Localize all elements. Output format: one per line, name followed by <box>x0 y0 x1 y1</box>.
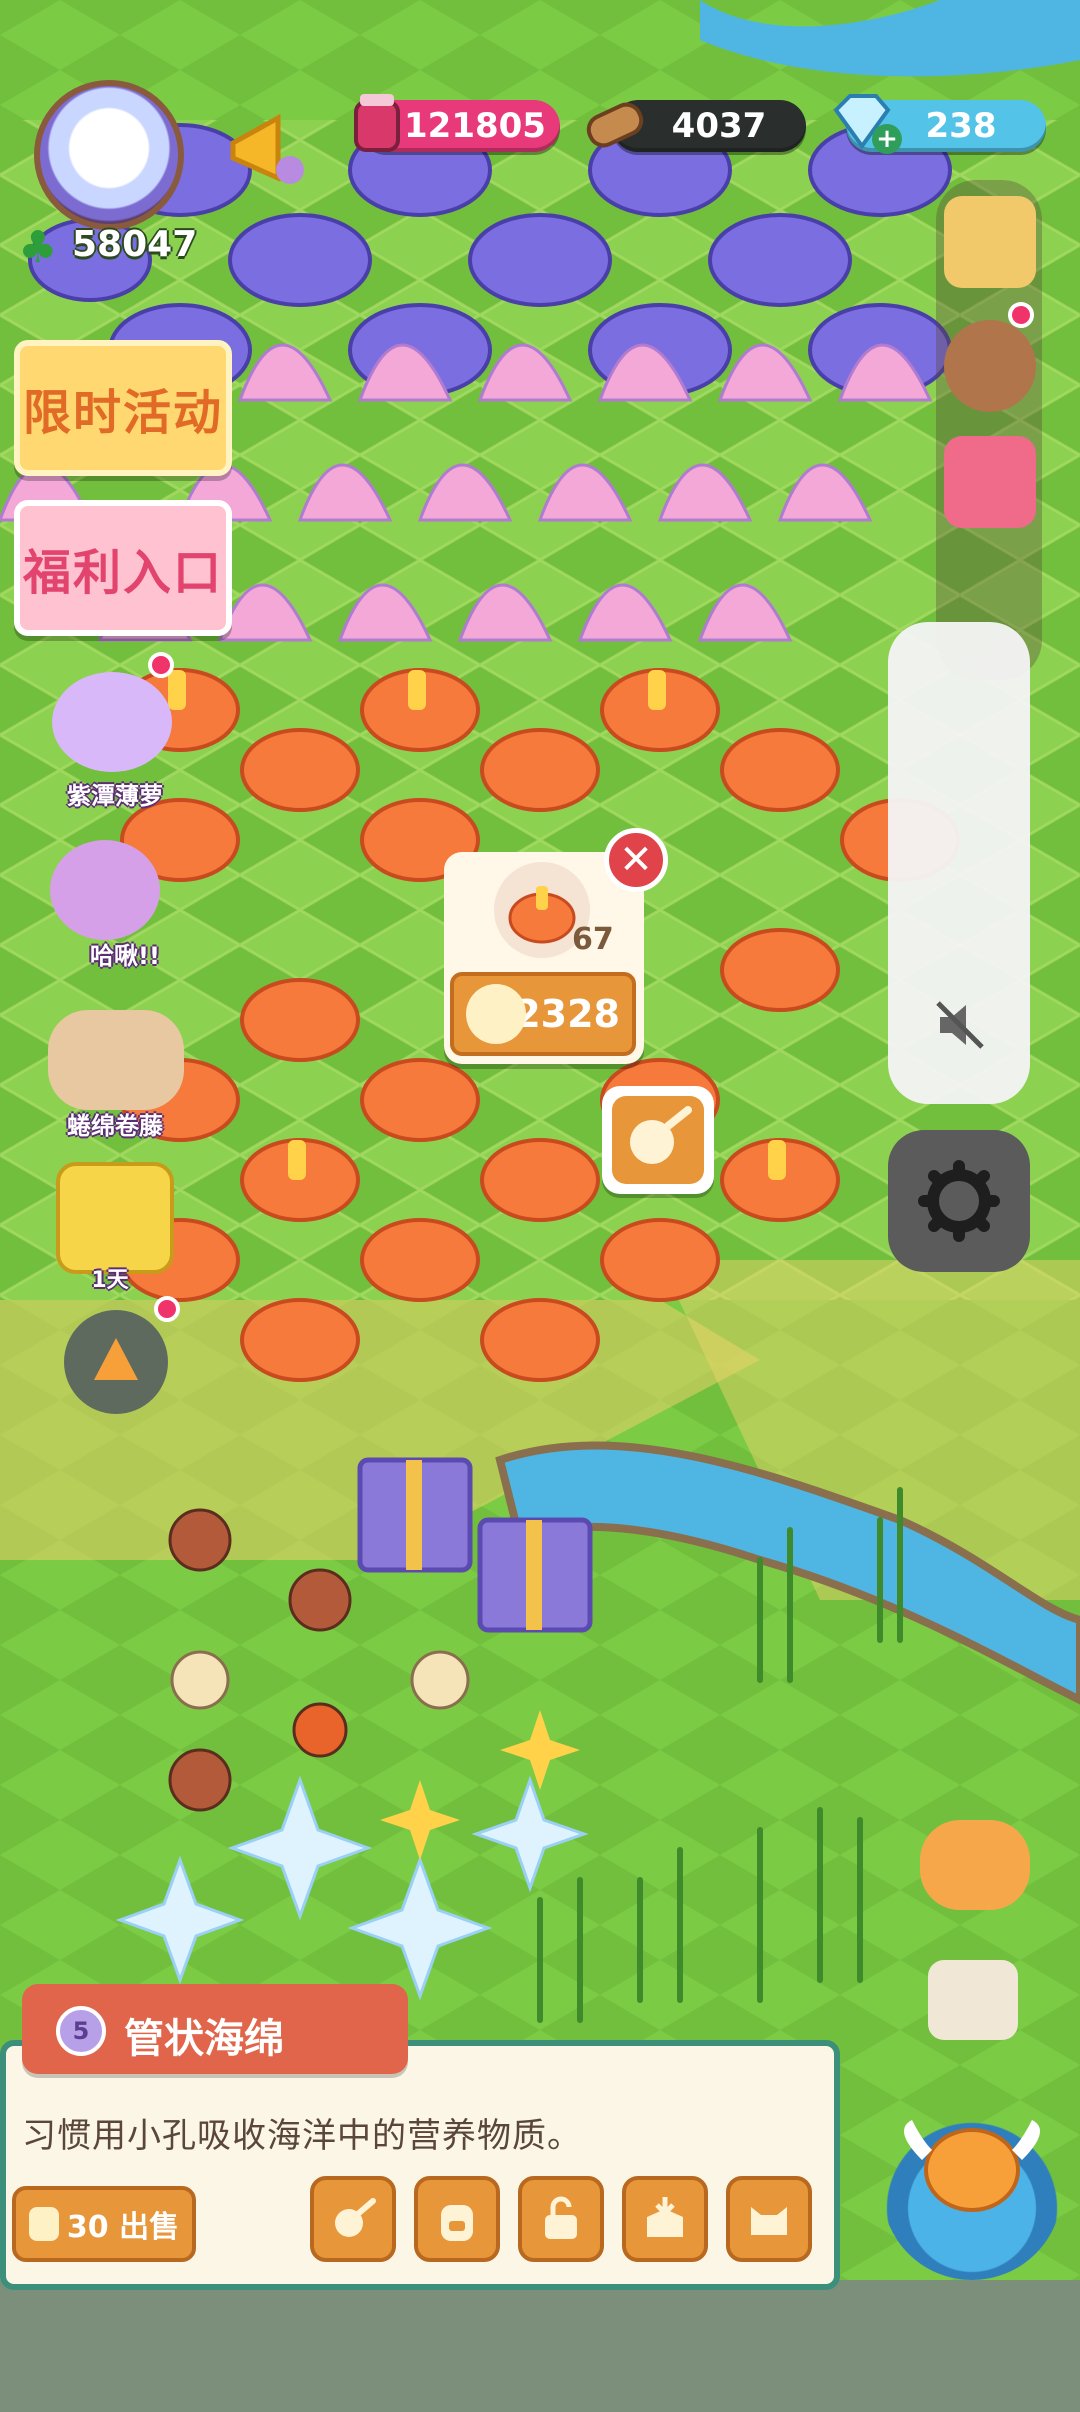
popup-close-button[interactable]: ✕ <box>604 828 668 892</box>
timed-reward-timer: 1天 <box>91 1268 129 1293</box>
item-name: 管状海绵 <box>124 2016 284 2062</box>
diamond-value: 238 <box>925 106 997 146</box>
limited-event-button[interactable]: 限时活动 <box>14 340 232 476</box>
cat-icon <box>751 2207 787 2235</box>
notification-dot <box>148 652 174 678</box>
sell-button[interactable]: 30 出售 <box>12 2186 196 2262</box>
vacuum-icon <box>630 1106 692 1164</box>
treasure-chest-icon[interactable] <box>944 196 1036 288</box>
chicks-love-icon[interactable] <box>920 1820 1030 1910</box>
clover-icon: ♣ <box>18 222 58 273</box>
game-scene: ♣ 58047 121805 4037 238 + 限时活动 福利入口 紫潭薄萝… <box>0 0 1080 2412</box>
timed-reward-icon[interactable] <box>56 1162 174 1274</box>
clean-cost-value: 2328 <box>514 992 620 1036</box>
backpack-icon <box>441 2205 473 2241</box>
add-diamond-icon[interactable]: + <box>872 124 902 154</box>
character-avatar-1[interactable] <box>52 672 172 772</box>
pet-cat-button[interactable] <box>726 2176 812 2262</box>
unlock-button[interactable] <box>518 2176 604 2262</box>
settings-button[interactable] <box>888 1130 1030 1272</box>
clean-action-button[interactable] <box>310 2176 396 2262</box>
coin-stack-icon <box>28 2207 59 2241</box>
item-level-badge: 5 <box>56 2006 106 2056</box>
character-avatar-3[interactable] <box>48 1010 184 1110</box>
item-quantity: 67 <box>572 922 614 957</box>
bird-mascot-globe-icon[interactable] <box>882 2100 1062 2280</box>
box-download-icon <box>647 2197 683 2237</box>
character-label-3: 蜷绵卷藤 <box>67 1112 163 1140</box>
vacuum-duck-icon <box>466 984 526 1044</box>
wood-value: 4037 <box>671 106 767 146</box>
store-box-button[interactable] <box>622 2176 708 2262</box>
welfare-label: 福利入口 <box>22 545 223 601</box>
gear-icon <box>918 1160 1000 1242</box>
close-icon: ✕ <box>619 837 653 883</box>
limited-event-label: 限时活动 <box>22 385 223 441</box>
clover-count: 58047 <box>72 224 198 265</box>
unlock-icon <box>545 2196 577 2239</box>
album-book-icon[interactable] <box>944 436 1036 528</box>
welfare-button[interactable]: 福利入口 <box>14 500 232 636</box>
lower-garden <box>115 1457 903 2023</box>
sell-label: 30 出售 <box>66 2210 180 2245</box>
player-avatar[interactable] <box>34 80 184 230</box>
vacuum-icon <box>335 2198 376 2237</box>
item-description: 习惯用小孔吸收海洋中的营养物质。 <box>22 2116 582 2156</box>
character-label-2: 哈啾!! <box>90 942 160 970</box>
clean-tool-button[interactable] <box>602 1086 714 1194</box>
notification-dot <box>154 1296 180 1322</box>
character-avatar-2[interactable] <box>50 840 160 940</box>
bear-friend-icon[interactable] <box>944 320 1036 412</box>
wood-log-icon <box>580 88 650 158</box>
character-label-1: 紫潭薄萝 <box>67 782 163 810</box>
speaker-muted-icon[interactable] <box>930 995 990 1055</box>
notification-dot <box>1008 302 1034 328</box>
gem-jar-icon <box>342 88 412 158</box>
clean-cost-button[interactable]: 2328 <box>450 972 636 1056</box>
announcement-megaphone-icon[interactable] <box>218 98 318 198</box>
quest-letter-icon[interactable] <box>928 1960 1018 2040</box>
quest-bubble-icon[interactable] <box>64 1310 168 1414</box>
backpack-button[interactable] <box>414 2176 500 2262</box>
